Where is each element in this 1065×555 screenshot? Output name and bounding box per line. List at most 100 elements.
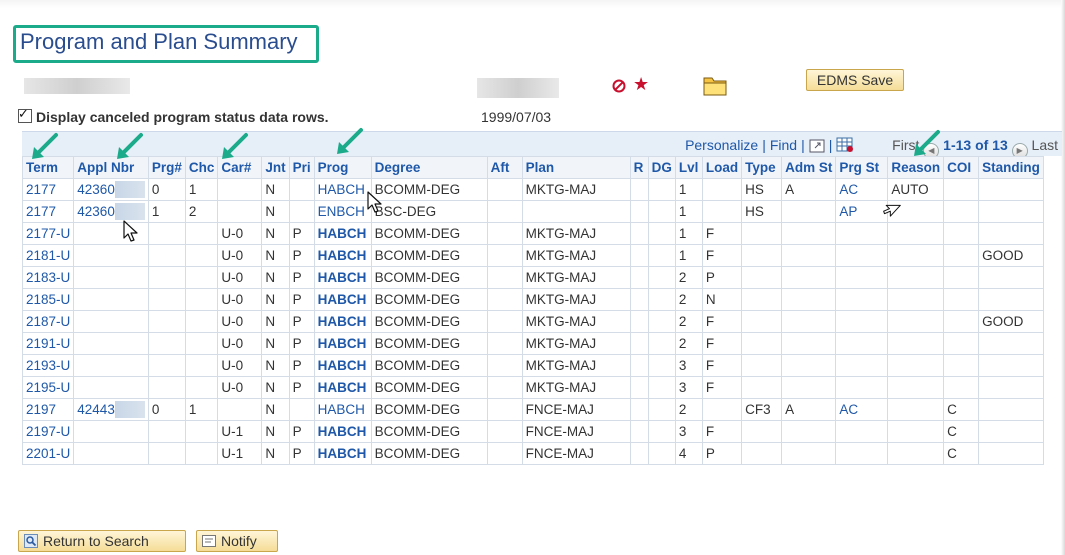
cell-plan: MKTG-MAJ — [521, 266, 631, 289]
cell-jnt: N — [261, 222, 290, 245]
cell-standing — [978, 288, 1044, 311]
return-to-search-label: Return to Search — [43, 533, 149, 549]
column-header-dg[interactable]: DG — [647, 156, 676, 179]
cell-prog[interactable]: HABCH — [313, 420, 372, 443]
folder-icon[interactable] — [702, 72, 728, 98]
cell-prgst[interactable]: AC — [835, 178, 889, 201]
appl-number[interactable]: 42360 — [77, 204, 115, 219]
column-header-adm-st[interactable]: Adm St — [781, 156, 837, 179]
cell-prog[interactable]: HABCH — [313, 332, 372, 355]
frame-edge — [1061, 0, 1065, 555]
column-header-degree[interactable]: Degree — [370, 156, 488, 179]
cell-term[interactable]: 2187-U — [21, 310, 75, 333]
view-all-icon[interactable] — [809, 139, 825, 153]
download-spreadsheet-icon[interactable] — [836, 137, 854, 153]
cell-prgst — [835, 442, 889, 465]
cell-term[interactable]: 2177-U — [21, 222, 75, 245]
cell-car: U-0 — [217, 244, 263, 267]
table-row: 2183-U U-0 N P HABCH BCOMM-DEG MKTG-MAJ 2 P — [21, 266, 1044, 289]
cancel-circle-icon[interactable] — [612, 79, 626, 93]
cell-prog[interactable]: HABCH — [313, 376, 372, 399]
cell-pri: P — [288, 266, 315, 289]
annotation-arrow — [117, 133, 143, 159]
cell-r — [629, 398, 649, 421]
cell-pri — [288, 200, 315, 223]
cell-prog[interactable]: HABCH — [313, 442, 372, 465]
cell-term[interactable]: 2195-U — [21, 376, 75, 399]
cell-adm: A — [781, 398, 837, 421]
cell-plan: MKTG-MAJ — [521, 332, 631, 355]
cell-degree: BCOMM-DEG — [370, 420, 488, 443]
cell-adm: A — [781, 178, 837, 201]
cell-standing — [978, 222, 1044, 245]
cell-prog[interactable]: HABCH — [313, 266, 372, 289]
find-link[interactable]: Find — [770, 137, 797, 153]
return-to-search-button[interactable]: Return to Search — [18, 530, 186, 552]
cell-prog[interactable]: HABCH — [313, 244, 372, 267]
column-header-prg[interactable]: Prg# — [147, 156, 186, 179]
cell-term[interactable]: 2177 — [21, 178, 75, 201]
cell-standing — [978, 266, 1044, 289]
cell-term[interactable]: 2177 — [21, 200, 75, 223]
appl-number[interactable]: 42360 — [77, 182, 115, 197]
cell-standing — [978, 332, 1044, 355]
cell-prgst[interactable]: AP — [835, 200, 889, 223]
column-header-aft[interactable]: Aft — [486, 156, 523, 179]
cell-load — [701, 178, 743, 201]
cell-term[interactable]: 2197-U — [21, 420, 75, 443]
column-header-standing[interactable]: Standing — [978, 156, 1044, 179]
cell-aft — [486, 288, 523, 311]
column-header-coi[interactable]: COI — [943, 156, 980, 179]
favorite-star-icon[interactable]: ★ — [633, 74, 649, 94]
personalize-link[interactable]: Personalize — [685, 137, 758, 153]
cell-prg: 0 — [147, 178, 186, 201]
cell-standing — [978, 442, 1044, 465]
cell-degree: BCOMM-DEG — [370, 178, 488, 201]
cell-appl[interactable]: 42443 — [73, 398, 149, 421]
cell-term[interactable]: 2183-U — [21, 266, 75, 289]
table-row: 2195-U U-0 N P HABCH BCOMM-DEG MKTG-MAJ 3 F — [21, 376, 1044, 399]
edms-save-button[interactable]: EDMS Save — [806, 69, 904, 91]
cell-term[interactable]: 2201-U — [21, 442, 75, 465]
cell-car: U-0 — [217, 332, 263, 355]
column-header-type[interactable]: Type — [741, 156, 783, 179]
last-link[interactable]: Last — [1032, 137, 1058, 153]
cell-prgst[interactable]: AC — [835, 398, 889, 421]
cell-prgst — [835, 222, 889, 245]
cell-term[interactable]: 2181-U — [21, 244, 75, 267]
cell-prog[interactable]: HABCH — [313, 222, 372, 245]
cell-prog[interactable]: HABCH — [313, 310, 372, 333]
column-header-load[interactable]: Load — [701, 156, 743, 179]
cell-term[interactable]: 2191-U — [21, 332, 75, 355]
cell-degree: BCOMM-DEG — [370, 288, 488, 311]
cell-prog[interactable]: HABCH — [313, 398, 372, 421]
cell-prog[interactable]: HABCH — [313, 354, 372, 377]
cell-prog[interactable]: HABCH — [313, 288, 372, 311]
cell-lvl: 2 — [674, 288, 703, 311]
column-header-r[interactable]: R — [629, 156, 649, 179]
cell-prog[interactable]: ENBCH — [313, 200, 372, 223]
cell-degree: BCOMM-DEG — [370, 266, 488, 289]
appl-number[interactable]: 42443 — [77, 402, 115, 417]
display-canceled-checkbox[interactable]: ✓ — [18, 106, 32, 123]
cell-reason — [887, 398, 945, 421]
cell-term[interactable]: 2185-U — [21, 288, 75, 311]
column-header-lvl[interactable]: Lvl — [674, 156, 703, 179]
cell-car: U-0 — [217, 310, 263, 333]
table-row: 2201-U U-1 N P HABCH BCOMM-DEG FNCE-MAJ 4 P C — [21, 442, 1044, 465]
column-header-plan[interactable]: Plan — [521, 156, 631, 179]
cell-appl[interactable]: 42360 — [73, 178, 149, 201]
cell-term[interactable]: 2197 — [21, 398, 75, 421]
column-header-pri[interactable]: Pri — [288, 156, 315, 179]
column-header-jnt[interactable]: Jnt — [261, 156, 290, 179]
notify-button[interactable]: Notify — [196, 530, 278, 552]
cell-r — [629, 200, 649, 223]
column-header-chc[interactable]: Chc — [184, 156, 219, 179]
column-header-prg-st[interactable]: Prg St — [835, 156, 889, 179]
cell-prog[interactable]: HABCH — [313, 178, 372, 201]
cell-load: N — [701, 288, 743, 311]
cell-coi — [943, 244, 980, 267]
cell-term[interactable]: 2193-U — [21, 354, 75, 377]
cell-degree: BCOMM-DEG — [370, 354, 488, 377]
cell-type — [741, 442, 783, 465]
